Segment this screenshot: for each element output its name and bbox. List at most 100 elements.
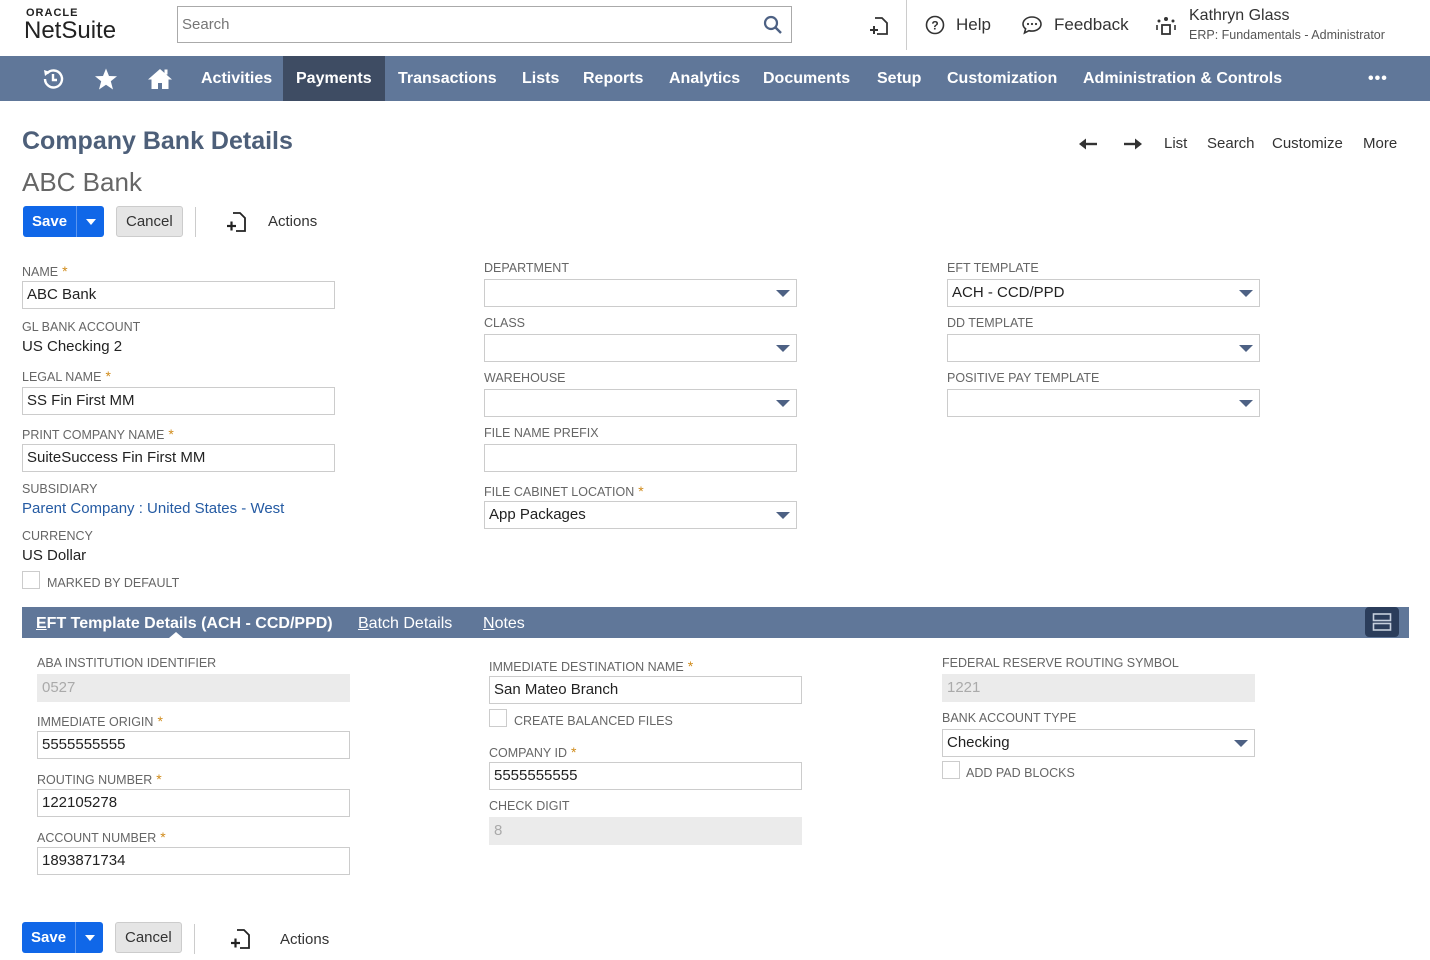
toolbar-divider — [195, 207, 196, 237]
routing-number-label-text: Routing Number — [37, 773, 153, 787]
nav-more-icon[interactable]: ••• — [1355, 56, 1401, 101]
nav-lists[interactable]: Lists — [509, 56, 572, 101]
dd-template-label: DD Template — [947, 316, 1034, 330]
nav-reports[interactable]: Reports — [570, 56, 656, 101]
legal-name-label-text: Legal Name — [22, 370, 102, 384]
nav-customization[interactable]: Customization — [934, 56, 1070, 101]
tab-label: FT Template Details (ACH - CCD/PPD) — [46, 615, 333, 632]
nav-administration-controls[interactable]: Administration & Controls — [1070, 56, 1295, 101]
eft-template-select[interactable]: ACH - CCD/PPD — [947, 279, 1260, 307]
nav-analytics[interactable]: Analytics — [656, 56, 753, 101]
feedback-icon[interactable] — [1021, 15, 1043, 35]
name-input[interactable]: ABC Bank — [22, 281, 335, 309]
required-star-icon: * — [160, 829, 166, 845]
recent-records-icon[interactable] — [868, 15, 890, 37]
warehouse-select[interactable] — [484, 389, 797, 417]
next-record-arrow-icon[interactable] — [1123, 137, 1143, 151]
name-label-text: Name — [22, 265, 59, 279]
tab-notes[interactable]: Notes — [483, 607, 525, 640]
aba-institution-identifier-label: ABA Institution Identifier — [37, 656, 217, 670]
required-star-icon: * — [105, 368, 111, 384]
immediate-origin-input[interactable]: 5555555555 — [37, 731, 350, 759]
bottom-save-button[interactable]: Save — [22, 922, 77, 953]
home-icon[interactable] — [147, 67, 173, 91]
more-link[interactable]: More — [1363, 135, 1397, 152]
immediate-destination-name-label: Immediate Destination Name * — [489, 658, 693, 674]
print-company-name-input[interactable]: SuiteSuccess Fin First MM — [22, 444, 335, 472]
add-pad-blocks-checkbox[interactable] — [942, 761, 960, 779]
dropdown-caret-icon — [776, 345, 790, 352]
tab-accesskey: N — [483, 615, 495, 632]
dropdown-caret-icon — [776, 512, 790, 519]
dropdown-caret-icon — [1234, 740, 1248, 747]
help-link[interactable]: Help — [956, 15, 991, 35]
search-icon[interactable] — [763, 15, 783, 35]
search-link[interactable]: Search — [1207, 135, 1255, 152]
search-input[interactable] — [178, 7, 748, 42]
immediate-origin-label-text: Immediate Origin — [37, 715, 154, 729]
department-select[interactable] — [484, 279, 797, 307]
name-label: Name * — [22, 263, 68, 279]
bottom-cancel-button[interactable]: Cancel — [115, 922, 182, 953]
company-id-label-text: Company ID — [489, 746, 568, 760]
account-number-input[interactable]: 1893871734 — [37, 847, 350, 875]
new-record-icon[interactable] — [226, 211, 248, 233]
marked-by-default-label: Marked by Default — [47, 576, 180, 590]
positive-pay-template-select[interactable] — [947, 389, 1260, 417]
save-options-dropdown[interactable] — [77, 206, 104, 237]
legal-name-input[interactable]: SS Fin First MM — [22, 387, 335, 415]
nav-payments[interactable]: Payments — [283, 56, 385, 101]
help-icon[interactable]: ? — [925, 15, 945, 35]
routing-number-label: Routing Number * — [37, 771, 162, 787]
layout-toggle-button[interactable] — [1365, 607, 1399, 637]
cancel-button[interactable]: Cancel — [116, 206, 183, 237]
customize-link[interactable]: Customize — [1272, 135, 1343, 152]
tab-eft-template-details[interactable]: EFT Template Details (ACH - CCD/PPD) — [36, 607, 333, 640]
nav-documents[interactable]: Documents — [750, 56, 863, 101]
class-select[interactable] — [484, 334, 797, 362]
nav-setup[interactable]: Setup — [864, 56, 934, 101]
warehouse-label: Warehouse — [484, 371, 566, 385]
federal-reserve-routing-symbol-label: Federal Reserve Routing Symbol — [942, 656, 1179, 670]
netsuite-logo[interactable]: NetSuite — [24, 17, 116, 45]
tab-label: otes — [494, 615, 525, 632]
positive-pay-template-label: Positive Pay Template — [947, 371, 1100, 385]
list-link[interactable]: List — [1164, 135, 1187, 152]
subtab-bar: EFT Template Details (ACH - CCD/PPD) Bat… — [22, 607, 1409, 638]
file-name-prefix-input[interactable] — [484, 444, 797, 472]
file-cabinet-location-select[interactable]: App Packages — [484, 501, 797, 529]
account-number-label-text: Account Number — [37, 831, 157, 845]
actions-menu[interactable]: Actions — [268, 213, 317, 230]
tab-accesskey: E — [36, 615, 47, 632]
feedback-link[interactable]: Feedback — [1054, 15, 1129, 35]
required-star-icon: * — [156, 771, 162, 787]
bottom-save-button-group: Save — [22, 922, 104, 953]
create-balanced-files-checkbox[interactable] — [489, 709, 507, 727]
bottom-save-options-dropdown[interactable] — [76, 922, 103, 953]
nav-activities[interactable]: Activities — [188, 56, 285, 101]
bottom-actions-menu[interactable]: Actions — [280, 931, 329, 948]
subsidiary-link[interactable]: Parent Company : United States - West — [22, 500, 284, 517]
company-id-input[interactable]: 5555555555 — [489, 762, 802, 790]
account-number-label: Account Number * — [37, 829, 166, 845]
save-button[interactable]: Save — [23, 206, 78, 237]
tab-batch-details[interactable]: Batch Details — [358, 607, 452, 640]
dropdown-caret-icon — [1239, 290, 1253, 297]
active-tab-pointer — [169, 632, 183, 638]
role-switch-icon[interactable] — [1155, 15, 1177, 37]
previous-record-arrow-icon[interactable] — [1078, 137, 1098, 151]
tab-accesskey: B — [358, 615, 369, 632]
routing-number-input[interactable]: 122105278 — [37, 789, 350, 817]
new-record-icon[interactable] — [230, 928, 252, 950]
marked-by-default-checkbox[interactable] — [22, 571, 40, 589]
global-search[interactable] — [177, 6, 792, 43]
user-name[interactable]: Kathryn Glass — [1189, 7, 1289, 25]
nav-transactions[interactable]: Transactions — [385, 56, 510, 101]
dd-template-select[interactable] — [947, 334, 1260, 362]
bank-account-type-select[interactable]: Checking — [942, 729, 1255, 757]
department-label: Department — [484, 261, 569, 275]
favorites-star-icon[interactable] — [94, 67, 118, 91]
required-star-icon: * — [571, 744, 577, 760]
recent-history-icon[interactable] — [41, 67, 65, 91]
immediate-destination-name-input[interactable]: San Mateo Branch — [489, 676, 802, 704]
